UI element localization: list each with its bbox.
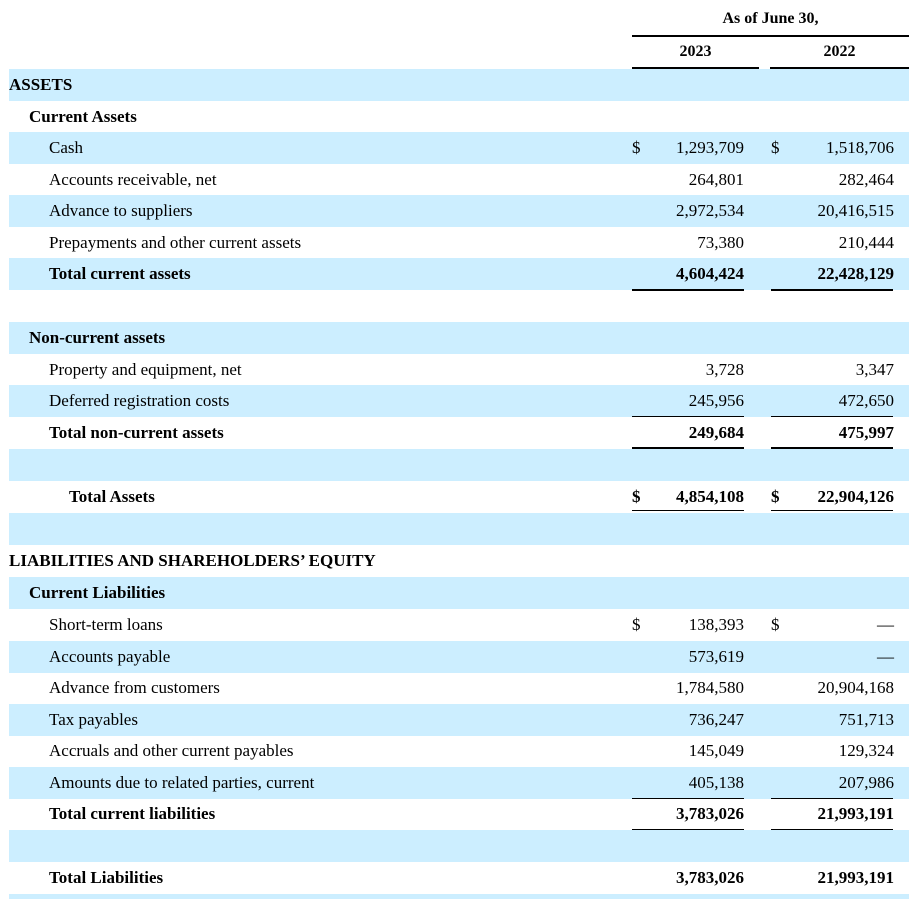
value-2023: 3,783,026 bbox=[676, 868, 744, 887]
row-label: Current Assets bbox=[29, 107, 137, 126]
row-label: Current Liabilities bbox=[29, 583, 166, 602]
value-2023: 145,049 bbox=[688, 741, 744, 760]
value-2022: 207,986 bbox=[838, 773, 894, 792]
spacer-row bbox=[9, 290, 909, 322]
row-label: Non-current assets bbox=[29, 328, 166, 347]
row-label: Total current assets bbox=[49, 264, 191, 283]
period-header: As of June 30, bbox=[722, 10, 819, 27]
spacer-row bbox=[9, 513, 909, 545]
row-property-equipment: Property and equipment, net 3,728 3,347 bbox=[9, 354, 909, 386]
section-row-current-liabilities: Current Liabilities bbox=[9, 577, 909, 609]
row-label: Property and equipment, net bbox=[49, 360, 242, 379]
row-accounts-payable: Accounts payable 573,619 — bbox=[9, 641, 909, 673]
value-2022: 21,993,191 bbox=[817, 868, 895, 887]
value-2023: 4,854,108 bbox=[676, 487, 744, 506]
value-2022: 22,428,129 bbox=[817, 264, 895, 283]
value-2023: 3,728 bbox=[705, 360, 744, 379]
value-2023: 73,380 bbox=[697, 233, 744, 252]
currency-symbol-2022: $ bbox=[771, 615, 780, 634]
value-2022: 129,324 bbox=[838, 741, 894, 760]
spacer-row bbox=[9, 894, 909, 899]
column-header-2023: 2023 bbox=[679, 43, 712, 60]
value-2023: 3,783,026 bbox=[676, 804, 744, 823]
value-2022: 3,347 bbox=[855, 360, 894, 379]
value-2023: 1,784,580 bbox=[676, 678, 744, 697]
row-advance-to-suppliers: Advance to suppliers 2,972,534 20,416,51… bbox=[9, 195, 909, 227]
row-total-current-liabilities: Total current liabilities 3,783,026 21,9… bbox=[9, 798, 909, 831]
row-total-current-assets: Total current assets 4,604,424 22,428,12… bbox=[9, 258, 909, 291]
currency-symbol-2023: $ bbox=[632, 138, 641, 157]
value-2023: 736,247 bbox=[688, 710, 744, 729]
section-row-liabilities-equity: LIABILITIES AND SHAREHOLDERS’ EQUITY bbox=[9, 545, 909, 577]
column-header-2022: 2022 bbox=[823, 43, 856, 60]
row-label: Cash bbox=[49, 138, 83, 157]
value-2022: 1,518,706 bbox=[826, 138, 894, 157]
value-2023: 249,684 bbox=[688, 423, 744, 442]
value-2022: — bbox=[877, 615, 894, 634]
value-2023: 1,293,709 bbox=[676, 138, 744, 157]
value-2023: 264,801 bbox=[688, 170, 744, 189]
row-accounts-receivable: Accounts receivable, net 264,801 282,464 bbox=[9, 164, 909, 196]
value-2022: 475,997 bbox=[838, 423, 894, 442]
row-total-assets: Total Assets $ 4,854,108 $ 22,904,126 bbox=[9, 481, 909, 515]
row-short-term-loans: Short-term loans $ 138,393 $ — bbox=[9, 609, 909, 641]
row-tax-payables: Tax payables 736,247 751,713 bbox=[9, 704, 909, 736]
row-amounts-due-related-parties: Amounts due to related parties, current … bbox=[9, 767, 909, 799]
row-label: Accounts payable bbox=[49, 647, 171, 666]
value-2022: 472,650 bbox=[838, 391, 894, 410]
value-2022: 20,904,168 bbox=[817, 678, 895, 697]
row-label: Amounts due to related parties, current bbox=[49, 773, 315, 792]
row-label: Short-term loans bbox=[49, 615, 163, 634]
row-deferred-registration-costs: Deferred registration costs 245,956 472,… bbox=[9, 385, 909, 417]
value-2023: 245,956 bbox=[688, 391, 744, 410]
row-label: Accruals and other current payables bbox=[49, 741, 294, 760]
currency-symbol-2022: $ bbox=[771, 487, 780, 506]
row-label: Accounts receivable, net bbox=[49, 170, 217, 189]
spacer-row bbox=[9, 449, 909, 481]
row-label: LIABILITIES AND SHAREHOLDERS’ EQUITY bbox=[9, 551, 376, 570]
value-2023: 573,619 bbox=[688, 647, 744, 666]
value-2023: 4,604,424 bbox=[676, 264, 744, 283]
row-prepayments: Prepayments and other current assets 73,… bbox=[9, 227, 909, 259]
currency-symbol-2022: $ bbox=[771, 138, 780, 157]
row-label: Total Liabilities bbox=[49, 868, 164, 887]
section-row-current-assets: Current Assets bbox=[9, 101, 909, 133]
row-label: Total non-current assets bbox=[49, 423, 224, 442]
value-2023: 138,393 bbox=[688, 615, 744, 634]
row-label: Prepayments and other current assets bbox=[49, 233, 302, 252]
value-2023: 405,138 bbox=[688, 773, 744, 792]
spacer-row bbox=[9, 830, 909, 862]
value-2022: 21,993,191 bbox=[817, 804, 895, 823]
value-2022: — bbox=[877, 647, 894, 666]
row-label: ASSETS bbox=[9, 75, 73, 94]
row-accruals-other-payables: Accruals and other current payables 145,… bbox=[9, 735, 909, 767]
row-label: Total Assets bbox=[69, 487, 155, 506]
row-label: Advance to suppliers bbox=[49, 201, 193, 220]
section-row-non-current-assets: Non-current assets bbox=[9, 322, 909, 354]
value-2022: 20,416,515 bbox=[817, 201, 895, 220]
currency-symbol-2023: $ bbox=[632, 487, 641, 506]
row-cash: Cash $ 1,293,709 $ 1,518,706 bbox=[9, 132, 909, 164]
row-total-liabilities: Total Liabilities 3,783,026 21,993,191 bbox=[9, 862, 909, 894]
value-2023: 2,972,534 bbox=[676, 201, 744, 220]
row-label: Deferred registration costs bbox=[49, 391, 230, 410]
value-2022: 210,444 bbox=[838, 233, 894, 252]
period-header-rule bbox=[632, 35, 909, 37]
section-row-assets: ASSETS bbox=[9, 69, 909, 101]
row-label: Total current liabilities bbox=[49, 804, 216, 823]
value-2022: 282,464 bbox=[838, 170, 894, 189]
value-2022: 751,713 bbox=[838, 710, 894, 729]
row-total-non-current-assets: Total non-current assets 249,684 475,997 bbox=[9, 417, 909, 449]
value-2022: 22,904,126 bbox=[817, 487, 895, 506]
row-label: Advance from customers bbox=[49, 678, 220, 697]
row-advance-from-customers: Advance from customers 1,784,580 20,904,… bbox=[9, 672, 909, 704]
currency-symbol-2023: $ bbox=[632, 615, 641, 634]
row-label: Tax payables bbox=[49, 710, 138, 729]
